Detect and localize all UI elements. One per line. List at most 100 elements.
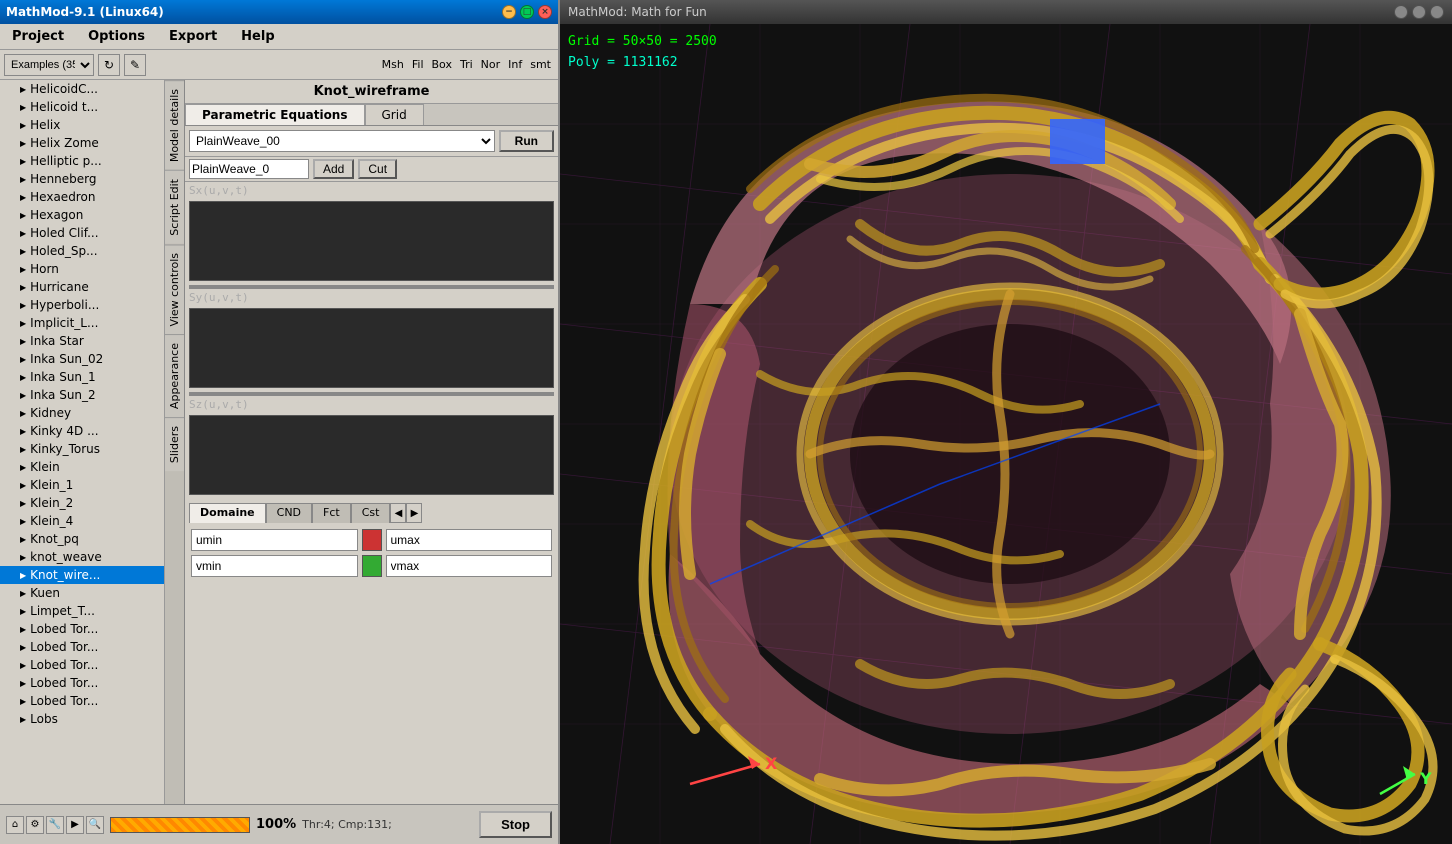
list-item[interactable]: ▶Klein_1	[0, 476, 164, 494]
tag-inf[interactable]: Inf	[505, 57, 525, 72]
right-close-button[interactable]	[1430, 5, 1444, 19]
sx-input[interactable]	[189, 201, 554, 281]
sy-label: Sy(u,v,t)	[185, 289, 558, 304]
domain-tab-fct[interactable]: Fct	[312, 503, 351, 523]
list-item[interactable]: ▶knot_weave	[0, 548, 164, 566]
icon-play[interactable]: ▶	[66, 816, 84, 834]
stop-button[interactable]: Stop	[479, 811, 552, 838]
list-item[interactable]: ▶Knot_wire...	[0, 566, 164, 584]
side-tab-sliders[interactable]: Sliders	[165, 417, 184, 471]
list-item[interactable]: ▶Lobed Tor...	[0, 656, 164, 674]
right-minimize-button[interactable]	[1394, 5, 1408, 19]
list-item[interactable]: ▶Lobed Tor...	[0, 638, 164, 656]
icon-tool[interactable]: 🔧	[46, 816, 64, 834]
run-button[interactable]: Run	[499, 130, 554, 152]
progress-label: 100%	[256, 817, 296, 832]
list-item[interactable]: ▶HelicoidC...	[0, 80, 164, 98]
formula-name-input[interactable]	[189, 159, 309, 179]
menu-help[interactable]: Help	[233, 27, 282, 46]
icon-home[interactable]: ⌂	[6, 816, 24, 834]
tag-smt[interactable]: smt	[527, 57, 554, 72]
sz-input[interactable]	[189, 415, 554, 495]
domain-tab-cnd[interactable]: CND	[266, 503, 312, 523]
list-item[interactable]: ▶Klein_2	[0, 494, 164, 512]
v-color-button[interactable]	[362, 555, 382, 577]
list-item[interactable]: ▶Inka Sun_2	[0, 386, 164, 404]
right-maximize-button[interactable]	[1412, 5, 1426, 19]
list-item[interactable]: ▶Henneberg	[0, 170, 164, 188]
side-tabs: Model detailsScript EditView controlsApp…	[165, 80, 185, 804]
list-item[interactable]: ▶Helliptic p...	[0, 152, 164, 170]
list-item[interactable]: ▶Inka Star	[0, 332, 164, 350]
domain-right-arrow[interactable]: ▶	[406, 503, 422, 523]
domain-tab-domaine[interactable]: Domaine	[189, 503, 266, 523]
side-tab-appearance[interactable]: Appearance	[165, 334, 184, 417]
icon-gear[interactable]: ⚙	[26, 816, 44, 834]
refresh-icon[interactable]: ↻	[98, 54, 120, 76]
maximize-button[interactable]: □	[520, 5, 534, 19]
side-tab-script-edit[interactable]: Script Edit	[165, 170, 184, 244]
list-item[interactable]: ▶Lobs	[0, 710, 164, 728]
list-item[interactable]: ▶Horn	[0, 260, 164, 278]
side-tab-view-controls[interactable]: View controls	[165, 244, 184, 334]
viewport[interactable]: Grid = 50×50 = 2500 Poly = 1131162	[560, 24, 1452, 844]
vmin-input[interactable]	[191, 555, 358, 577]
domain-tab-cst[interactable]: Cst	[351, 503, 391, 523]
menu-export[interactable]: Export	[161, 27, 225, 46]
tag-fil[interactable]: Fil	[409, 57, 427, 72]
list-item[interactable]: ▶Inka Sun_1	[0, 368, 164, 386]
list-item[interactable]: ▶Holed Clif...	[0, 224, 164, 242]
menu-project[interactable]: Project	[4, 27, 72, 46]
list-item[interactable]: ▶Hexagon	[0, 206, 164, 224]
list-item[interactable]: ▶Kuen	[0, 584, 164, 602]
list-item[interactable]: ▶Lobed Tor...	[0, 692, 164, 710]
tab-grid[interactable]: Grid	[365, 104, 424, 125]
icon-search[interactable]: 🔍	[86, 816, 104, 834]
list-item[interactable]: ▶Helix	[0, 116, 164, 134]
formula-select[interactable]: PlainWeave_00	[189, 130, 495, 152]
list-item[interactable]: ▶Hyperboli...	[0, 296, 164, 314]
list-item[interactable]: ▶Knot_pq	[0, 530, 164, 548]
list-item[interactable]: ▶Klein	[0, 458, 164, 476]
list-item[interactable]: ▶Kinky_Torus	[0, 440, 164, 458]
list-item[interactable]: ▶Hexaedron	[0, 188, 164, 206]
list-item[interactable]: ▶Kinky 4D ...	[0, 422, 164, 440]
examples-select[interactable]: Examples (35≠	[4, 54, 94, 76]
list-item[interactable]: ▶Lobed Tor...	[0, 674, 164, 692]
list-item[interactable]: ▶Helicoid t...	[0, 98, 164, 116]
list-item[interactable]: ▶Klein_4	[0, 512, 164, 530]
tag-nor[interactable]: Nor	[478, 57, 503, 72]
umax-input[interactable]	[386, 529, 553, 551]
tab-parametric[interactable]: Parametric Equations	[185, 104, 365, 125]
list-item[interactable]: ▶Implicit_L...	[0, 314, 164, 332]
list-panel: ▶HelicoidC...▶Helicoid t...▶Helix▶Helix …	[0, 80, 165, 804]
tag-box[interactable]: Box	[429, 57, 455, 72]
close-button[interactable]: ×	[538, 5, 552, 19]
list-item[interactable]: ▶Hurricane	[0, 278, 164, 296]
toolbar: Examples (35≠ ↻ ✎ Msh Fil Box Tri Nor In…	[0, 50, 558, 80]
side-tab-model-details[interactable]: Model details	[165, 80, 184, 170]
edit-icon[interactable]: ✎	[124, 54, 146, 76]
bottom-bar: ⌂ ⚙ 🔧 ▶ 🔍 100% Thr:4; Cmp:131; Stop	[0, 804, 558, 844]
menu-options[interactable]: Options	[80, 27, 153, 46]
umin-input[interactable]	[191, 529, 358, 551]
minimize-button[interactable]: −	[502, 5, 516, 19]
list-item[interactable]: ▶Helix Zome	[0, 134, 164, 152]
list-item[interactable]: ▶Lobed Tor...	[0, 620, 164, 638]
add-button[interactable]: Add	[313, 159, 354, 179]
editor-title: Knot_wireframe	[185, 80, 558, 104]
list-item[interactable]: ▶Inka Sun_02	[0, 350, 164, 368]
list-item[interactable]: ▶Holed_Sp...	[0, 242, 164, 260]
list-item[interactable]: ▶Kidney	[0, 404, 164, 422]
domain-left-arrow[interactable]: ◀	[390, 503, 406, 523]
tag-tri[interactable]: Tri	[457, 57, 476, 72]
list-item[interactable]: ▶Limpet_T...	[0, 602, 164, 620]
right-title-bar: MathMod: Math for Fun	[560, 0, 1452, 24]
vmax-input[interactable]	[386, 555, 553, 577]
sy-input[interactable]	[189, 308, 554, 388]
right-panel: MathMod: Math for Fun Grid = 50×50 = 250…	[560, 0, 1452, 844]
cut-button[interactable]: Cut	[358, 159, 397, 179]
main-content: ▶HelicoidC...▶Helicoid t...▶Helix▶Helix …	[0, 80, 558, 804]
tag-msh[interactable]: Msh	[379, 57, 407, 72]
u-color-button[interactable]	[362, 529, 382, 551]
